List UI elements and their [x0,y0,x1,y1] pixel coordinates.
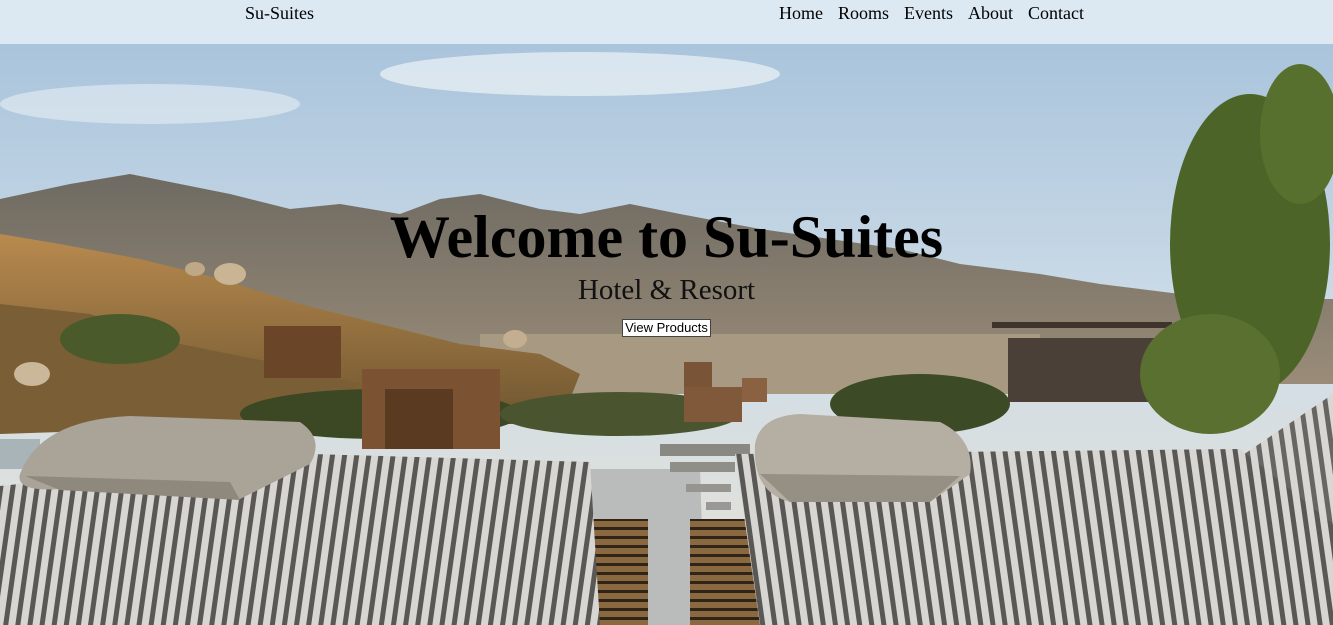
nav-links: Home Rooms Events About Contact [779,3,1084,24]
hero-subtitle: Hotel & Resort [577,274,756,306]
nav-link-rooms[interactable]: Rooms [838,3,889,23]
hero-title: Welcome to Su-Suites [389,204,944,270]
nav-link-contact[interactable]: Contact [1028,3,1084,23]
nav-item-contact: Contact [1028,3,1084,24]
nav-item-about: About [968,3,1013,24]
nav-link-events[interactable]: Events [904,3,953,23]
hero-section: Welcome to Su-Suites Hotel & Resort View… [0,44,1333,625]
nav-item-home: Home [779,3,823,24]
nav-link-home[interactable]: Home [779,3,823,23]
nav-item-rooms: Rooms [838,3,889,24]
brand-link[interactable]: Su-Suites [245,3,314,24]
navbar: Su-Suites Home Rooms Events About Contac… [0,0,1333,44]
hero-text: Welcome to Su-Suites Hotel & Resort View… [0,205,1333,337]
view-products-button[interactable]: View Products [622,319,711,337]
nav-link-about[interactable]: About [968,3,1013,23]
nav-item-events: Events [904,3,953,24]
